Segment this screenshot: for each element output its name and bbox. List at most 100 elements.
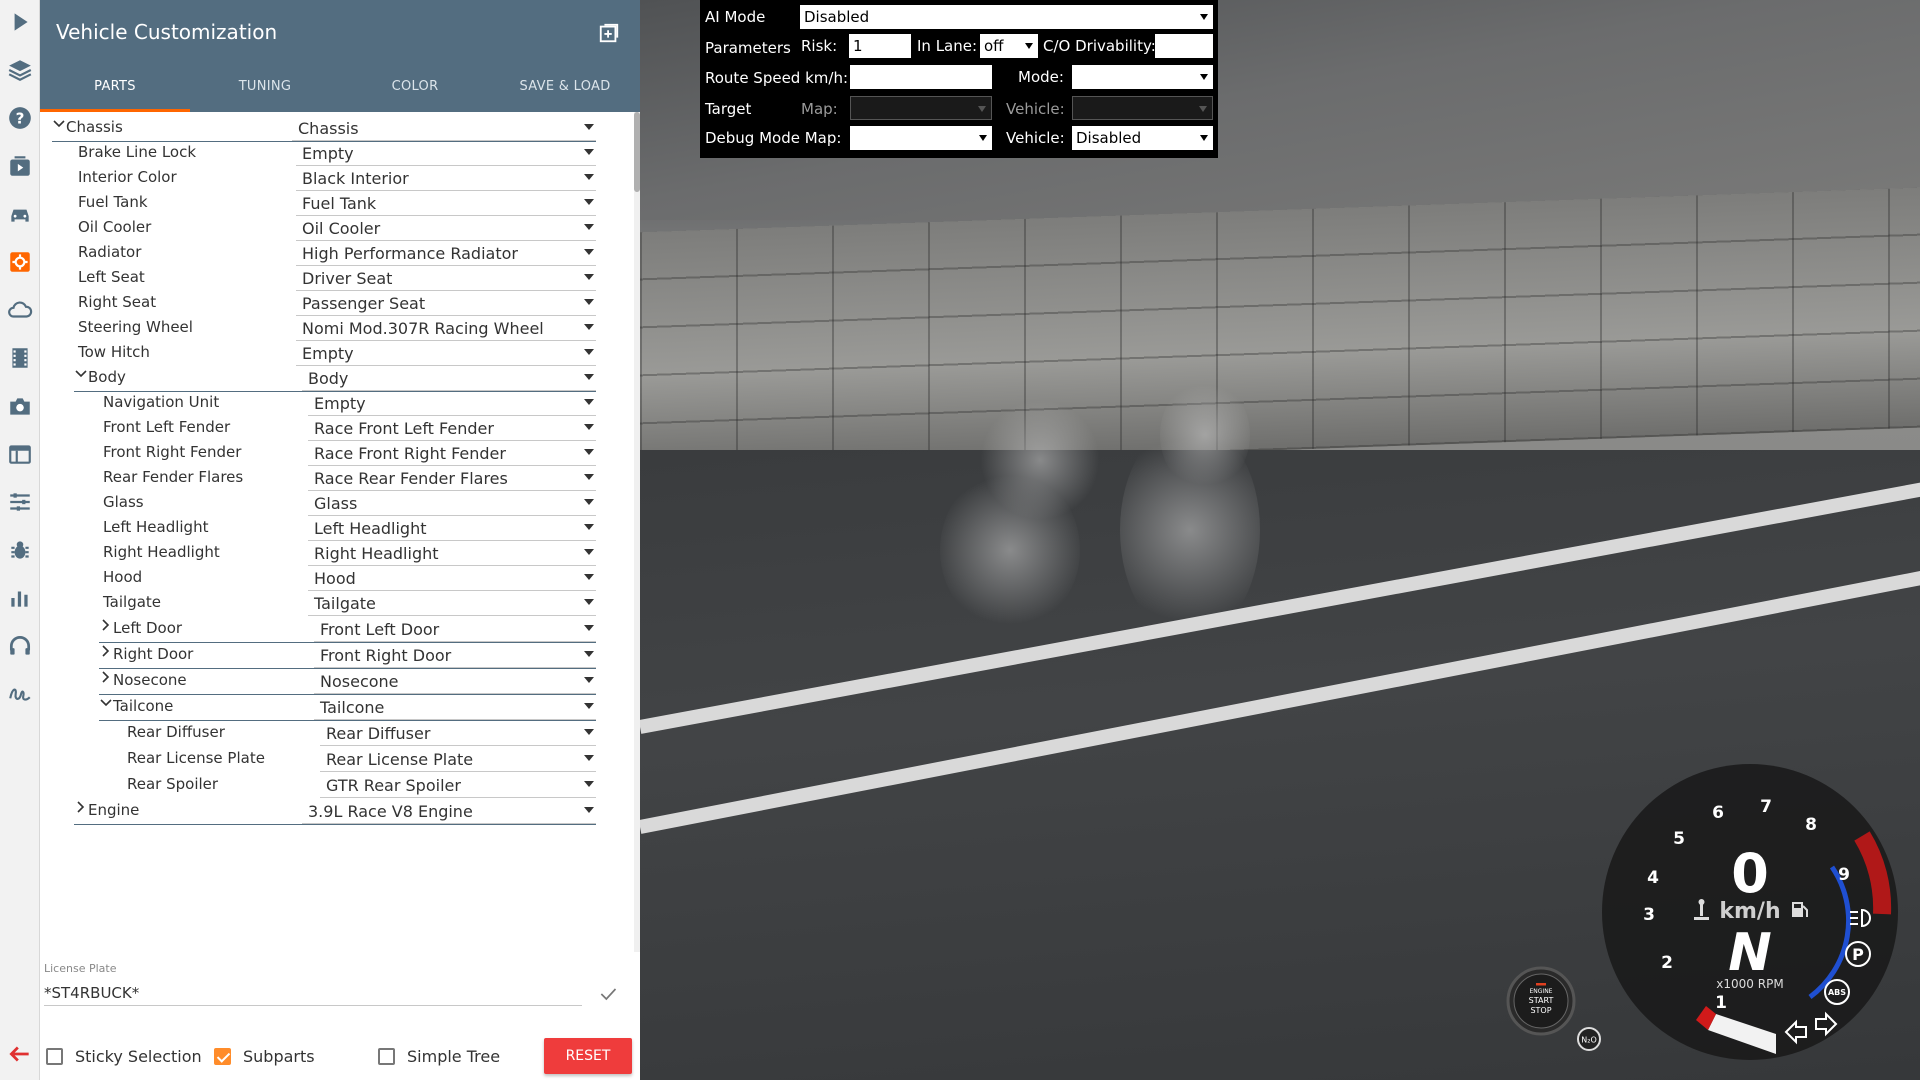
speed-readout: 0 <box>1731 842 1769 905</box>
debug-map-select[interactable] <box>850 126 992 150</box>
n2o-icon: N₂O <box>1577 1027 1601 1051</box>
tab-color[interactable]: COLOR <box>340 66 490 112</box>
cloud-icon[interactable] <box>4 294 36 326</box>
route-speed-input[interactable] <box>850 65 992 89</box>
part-select-value: GTR Rear Spoiler <box>326 776 461 795</box>
tab-parts[interactable]: PARTS <box>40 66 190 112</box>
ui-icon[interactable] <box>4 438 36 470</box>
tree-row-label: Right Seat <box>78 293 157 311</box>
dropdown-caret-icon <box>584 729 594 735</box>
debug-mode-label: Debug Mode Map: <box>705 129 842 147</box>
popout-icon[interactable] <box>598 22 620 44</box>
tree-row-label: Radiator <box>78 243 142 261</box>
risk-input[interactable]: 1 <box>849 34 911 58</box>
stop-label: STOP <box>1530 1006 1551 1015</box>
dropdown-caret-icon <box>584 199 594 205</box>
dropdown-caret-icon <box>584 449 594 455</box>
dropdown-caret-icon <box>584 399 594 405</box>
tree-row-label: Brake Line Lock <box>78 143 197 161</box>
chevron-down-icon[interactable] <box>74 367 88 381</box>
speed-mode-label: Mode: <box>1018 68 1064 86</box>
part-select-value: Empty <box>314 394 366 413</box>
part-select-value: Race Rear Fender Flares <box>314 469 508 488</box>
in-lane-label: In Lane: <box>917 37 978 55</box>
dropdown-caret-icon <box>584 424 594 430</box>
ai-mode-value: Disabled <box>804 8 870 26</box>
chevron-right-icon[interactable] <box>74 800 88 814</box>
car-icon[interactable] <box>4 198 36 230</box>
part-select-value: Fuel Tank <box>302 194 377 213</box>
simple-tree-box[interactable] <box>378 1047 395 1065</box>
license-plate-label: License Plate <box>44 962 117 975</box>
simple-tree-label: Simple Tree <box>407 1046 501 1066</box>
group-divider <box>74 824 596 825</box>
part-select[interactable]: 3.9L Race V8 Engine <box>302 798 596 824</box>
back-arrow-icon[interactable] <box>4 1038 36 1070</box>
parts-tree: Chassis Chassis Brake Line Lock Empty Interi… <box>40 112 630 952</box>
chevron-right-icon[interactable] <box>99 644 113 658</box>
park-label: P <box>1852 945 1864 964</box>
tab-save-load[interactable]: SAVE & LOAD <box>490 66 640 112</box>
debug-vehicle-select[interactable]: Disabled <box>1072 126 1213 150</box>
chevron-down-icon[interactable] <box>52 117 66 131</box>
engine-label: ENGINE <box>1530 988 1553 995</box>
camera-icon[interactable] <box>4 390 36 422</box>
rpm-tick-6: 6 <box>1712 803 1724 823</box>
apply-check-icon[interactable] <box>598 984 618 1004</box>
play-icon[interactable] <box>4 6 36 38</box>
tree-group-row[interactable]: Engine 3.9L Race V8 Engine <box>40 795 620 825</box>
subparts-box[interactable] <box>214 1047 231 1065</box>
in-lane-value: off <box>984 37 1004 55</box>
sticky-selection-checkbox[interactable]: Sticky Selection <box>46 1046 202 1066</box>
drivability-label: C/O Drivability: <box>1043 37 1156 55</box>
part-select-value: Passenger Seat <box>302 294 426 313</box>
layers-icon[interactable] <box>4 54 36 86</box>
speed-mode-select[interactable] <box>1072 65 1213 89</box>
route-speed-label: Route Speed km/h: <box>705 69 849 87</box>
dropdown-caret-icon <box>584 599 594 605</box>
tab-tuning[interactable]: TUNING <box>190 66 340 112</box>
tree-row-label: Steering Wheel <box>78 318 193 336</box>
headphones-icon[interactable] <box>4 630 36 662</box>
dropdown-caret-icon <box>584 474 594 480</box>
part-select-value: Left Headlight <box>314 519 427 538</box>
panel-header: Vehicle Customization <box>40 0 640 66</box>
chevron-down-icon[interactable] <box>99 696 113 710</box>
in-lane-select[interactable]: off <box>980 34 1038 58</box>
reset-button[interactable]: RESET <box>544 1038 632 1074</box>
part-select-value: Race Front Right Fender <box>314 444 506 463</box>
part-select-value: Rear Diffuser <box>326 724 431 743</box>
simple-tree-checkbox[interactable]: Simple Tree <box>378 1046 500 1066</box>
tree-row-label: Rear Spoiler <box>127 775 219 793</box>
part-select-value: Hood <box>314 569 356 588</box>
chevron-right-icon[interactable] <box>99 618 113 632</box>
part-select-value: Glass <box>314 494 358 513</box>
chart-icon[interactable] <box>4 582 36 614</box>
sticky-selection-box[interactable] <box>46 1047 63 1065</box>
rpm-tick-4: 4 <box>1647 868 1659 888</box>
dropdown-caret-icon <box>584 651 594 657</box>
signature-icon[interactable] <box>4 678 36 710</box>
bug-icon[interactable] <box>4 534 36 566</box>
abs-label: ABS <box>1828 988 1846 997</box>
help-icon[interactable]: ? <box>4 102 36 134</box>
ai-mode-select[interactable]: Disabled <box>800 5 1213 29</box>
risk-label: Risk: <box>801 37 838 55</box>
gear-active-icon[interactable] <box>4 246 36 278</box>
tree-row-label: Left Seat <box>78 268 145 286</box>
drivability-input[interactable] <box>1155 34 1213 58</box>
chevron-right-icon[interactable] <box>99 670 113 684</box>
tree-row-label: Rear Fender Flares <box>103 468 244 486</box>
tree-row-label: Fuel Tank <box>78 193 148 211</box>
license-plate-input[interactable] <box>44 980 582 1006</box>
media-icon[interactable] <box>4 150 36 182</box>
engine-start-stop-button[interactable]: ENGINE START STOP <box>1506 966 1576 1036</box>
rpm-tick-9: 9 <box>1838 865 1850 885</box>
dropdown-caret-icon <box>584 149 594 155</box>
sliders-icon[interactable] <box>4 486 36 518</box>
subparts-checkbox[interactable]: Subparts <box>214 1046 315 1066</box>
part-select-value: Rear License Plate <box>326 750 474 769</box>
film-icon[interactable] <box>4 342 36 374</box>
target-map-select <box>850 96 992 120</box>
part-select-value: Oil Cooler <box>302 219 381 238</box>
